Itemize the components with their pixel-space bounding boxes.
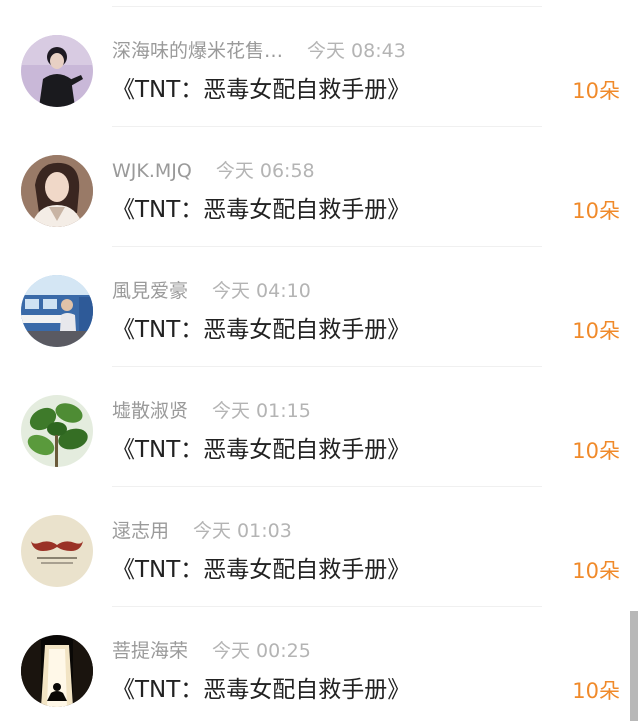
- timestamp: 今天 00:25: [212, 640, 311, 662]
- gift-amount: 10朵: [572, 319, 620, 343]
- meditation-silhouette-icon: [21, 635, 93, 707]
- gift-amount: 10朵: [572, 559, 620, 583]
- list-item[interactable]: 逯志用 今天 01:03 《TNT：恶毒女配自救手册》 10朵: [0, 487, 640, 607]
- list-item[interactable]: WJK.MJQ 今天 06:58 《TNT：恶毒女配自救手册》 10朵: [0, 127, 640, 247]
- gift-amount: 10朵: [572, 439, 620, 463]
- timestamp: 今天 04:10: [212, 280, 311, 302]
- book-title[interactable]: 《TNT：恶毒女配自救手册》: [112, 313, 410, 347]
- scrollbar-thumb[interactable]: [630, 611, 638, 721]
- mustache-logo-icon: [21, 515, 93, 587]
- timestamp: 今天 01:15: [212, 400, 311, 422]
- list-item[interactable]: 菩提海荣 今天 00:25 《TNT：恶毒女配自救手册》 10朵: [0, 607, 640, 727]
- gift-amount: 10朵: [572, 79, 620, 103]
- book-title[interactable]: 《TNT：恶毒女配自救手册》: [112, 193, 410, 227]
- green-plant-photo-icon: [21, 395, 93, 467]
- book-title[interactable]: 《TNT：恶毒女配自救手册》: [112, 73, 410, 107]
- list-item[interactable]: 深海味的爆米花售… 今天 08:43 《TNT：恶毒女配自救手册》 10朵: [0, 7, 640, 127]
- person-dark-portrait-icon: [21, 35, 93, 107]
- gift-amount: 10朵: [572, 679, 620, 703]
- book-title[interactable]: 《TNT：恶毒女配自救手册》: [112, 553, 410, 587]
- username[interactable]: 風見爱豪: [112, 280, 188, 302]
- list-item[interactable]: 風見爱豪 今天 04:10 《TNT：恶毒女配自救手册》 10朵: [0, 247, 640, 367]
- timestamp: 今天 08:43: [307, 40, 406, 62]
- username[interactable]: WJK.MJQ: [112, 160, 192, 182]
- timestamp: 今天 06:58: [215, 160, 315, 182]
- avatar[interactable]: [21, 515, 93, 587]
- book-title[interactable]: 《TNT：恶毒女配自救手册》: [112, 433, 410, 467]
- entry-meta: 墟散淑贤 今天 01:15: [112, 397, 311, 425]
- avatar[interactable]: [21, 275, 93, 347]
- gift-record-list: 深海味的爆米花售… 今天 08:43 《TNT：恶毒女配自救手册》 10朵 WJK…: [0, 0, 640, 721]
- woman-portrait-icon: [21, 155, 93, 227]
- avatar[interactable]: [21, 155, 93, 227]
- username[interactable]: 墟散淑贤: [112, 400, 188, 422]
- street-bus-photo-icon: [21, 275, 93, 347]
- entry-meta: 菩提海荣 今天 00:25: [112, 637, 311, 665]
- gift-amount: 10朵: [572, 199, 620, 223]
- timestamp: 今天 01:03: [193, 520, 292, 542]
- avatar[interactable]: [21, 35, 93, 107]
- username[interactable]: 深海味的爆米花售…: [112, 40, 283, 62]
- entry-meta: 風見爱豪 今天 04:10: [112, 277, 311, 305]
- avatar[interactable]: [21, 395, 93, 467]
- entry-meta: 逯志用 今天 01:03: [112, 517, 292, 545]
- username[interactable]: 菩提海荣: [112, 640, 188, 662]
- username[interactable]: 逯志用: [112, 520, 169, 542]
- book-title[interactable]: 《TNT：恶毒女配自救手册》: [112, 673, 410, 707]
- entry-meta: 深海味的爆米花售… 今天 08:43: [112, 37, 406, 65]
- entry-meta: WJK.MJQ 今天 06:58: [112, 157, 315, 185]
- avatar[interactable]: [21, 635, 93, 707]
- list-item[interactable]: 墟散淑贤 今天 01:15 《TNT：恶毒女配自救手册》 10朵: [0, 367, 640, 487]
